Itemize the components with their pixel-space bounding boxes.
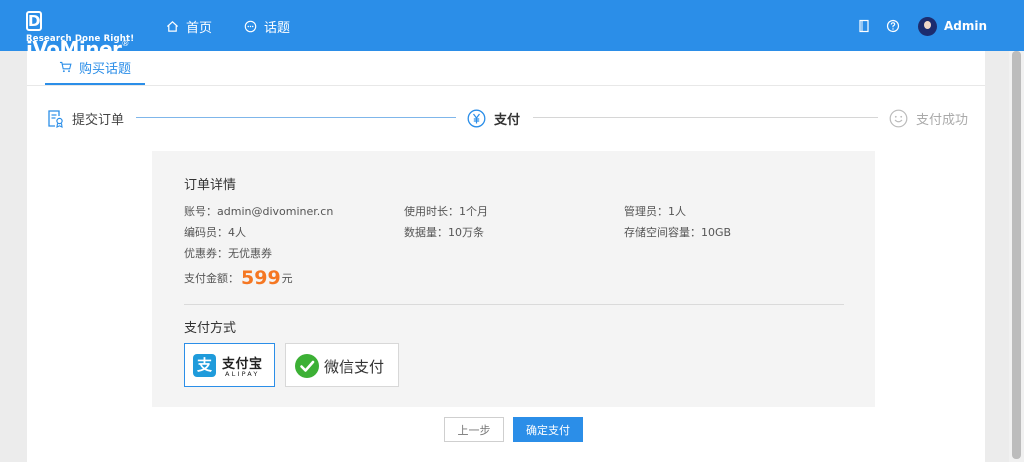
yen-icon [467,109,486,127]
duration-label: 使用时长： [404,205,459,218]
account-info: 账号：admin@divominer.cn [184,203,333,219]
data-volume-info: 数据量：10万条 [404,224,484,240]
divominer-logo[interactable]: DiVoMiner® Research Done Right! [26,8,141,61]
scrollbar-thumb[interactable] [1012,51,1021,459]
user-avatar[interactable] [918,17,937,36]
amount-label: 支付金额： [184,272,239,285]
duration-value: 1个月 [459,205,488,218]
nav-home-label: 首页 [186,20,213,36]
account-value: admin@divominer.cn [217,205,334,218]
wechat-pay-name: 微信支付 [324,358,385,376]
tab-buy-topic[interactable]: 购买话题 [45,51,145,85]
chat-icon [244,20,257,32]
data-volume-value: 10万条 [448,226,484,239]
user-name[interactable]: Admin [944,18,987,34]
alipay-option[interactable]: 支 支付宝 ALIPAY [184,343,275,387]
coders-info: 编码员：4人 [184,224,246,240]
previous-step-button[interactable]: 上一步 [444,417,504,442]
top-navbar: DiVoMiner® Research Done Right! 首页 话题 Ad… [0,0,1024,61]
payment-amount: 支付金额： 599元 [184,267,293,289]
panel-divider [184,304,844,305]
cart-icon [59,61,72,73]
storage-info: 存储空间容量：10GB [624,224,731,240]
admins-info: 管理员：1人 [624,203,686,219]
home-icon [166,20,179,32]
coupon-info: 优惠券：无优惠券 [184,245,272,261]
coders-label: 编码员： [184,226,228,239]
wechat-icon [295,354,319,378]
coupon-value: 无优惠券 [228,247,272,260]
order-details-panel: 订单详情 账号：admin@divominer.cn 使用时长：1个月 管理员：… [152,151,875,407]
step-submit-order: 提交订单 [47,107,124,129]
tab-divider [27,85,985,86]
order-details-title: 订单详情 [184,178,237,193]
step-connector-done [136,117,456,118]
nav-home[interactable]: 首页 [166,17,213,36]
admins-value: 1人 [668,205,686,218]
amount-value: 599 [241,267,281,289]
smile-icon [889,109,908,127]
coders-value: 4人 [228,226,246,239]
step-connector-pending [533,117,878,118]
data-volume-label: 数据量： [404,226,448,239]
tab-buy-topic-label: 购买话题 [78,61,131,77]
logo-letter: D [26,11,42,31]
alipay-english-name: ALIPAY [225,370,260,378]
storage-label: 存储空间容量： [624,226,701,239]
step-payment-success: 支付成功 [889,107,968,129]
step-submit-order-label: 提交订单 [72,112,125,128]
nav-topic-label: 话题 [264,20,291,36]
step-payment: 支付 [467,107,520,129]
payment-method-title: 支付方式 [184,321,237,336]
purchase-card: 购买话题 提交订单 支付 支付成功 订单详情 账号：admin@divomine… [27,51,985,462]
coupon-label: 优惠券： [184,247,228,260]
step-payment-label: 支付 [494,112,521,128]
duration-info: 使用时长：1个月 [404,203,488,219]
amount-unit: 元 [281,272,293,285]
step-payment-success-label: 支付成功 [916,112,969,128]
order-form-icon [48,109,63,128]
admins-label: 管理员： [624,205,668,218]
storage-value: 10GB [701,226,732,239]
account-label: 账号： [184,205,217,218]
confirm-payment-button[interactable]: 确定支付 [513,417,583,442]
help-icon[interactable] [886,19,900,33]
book-icon[interactable] [857,19,871,33]
alipay-icon: 支 [193,354,216,377]
wechat-pay-option[interactable]: 微信支付 [285,343,399,387]
logo-tagline: Research Done Right! [26,34,135,44]
nav-topic[interactable]: 话题 [244,17,291,36]
